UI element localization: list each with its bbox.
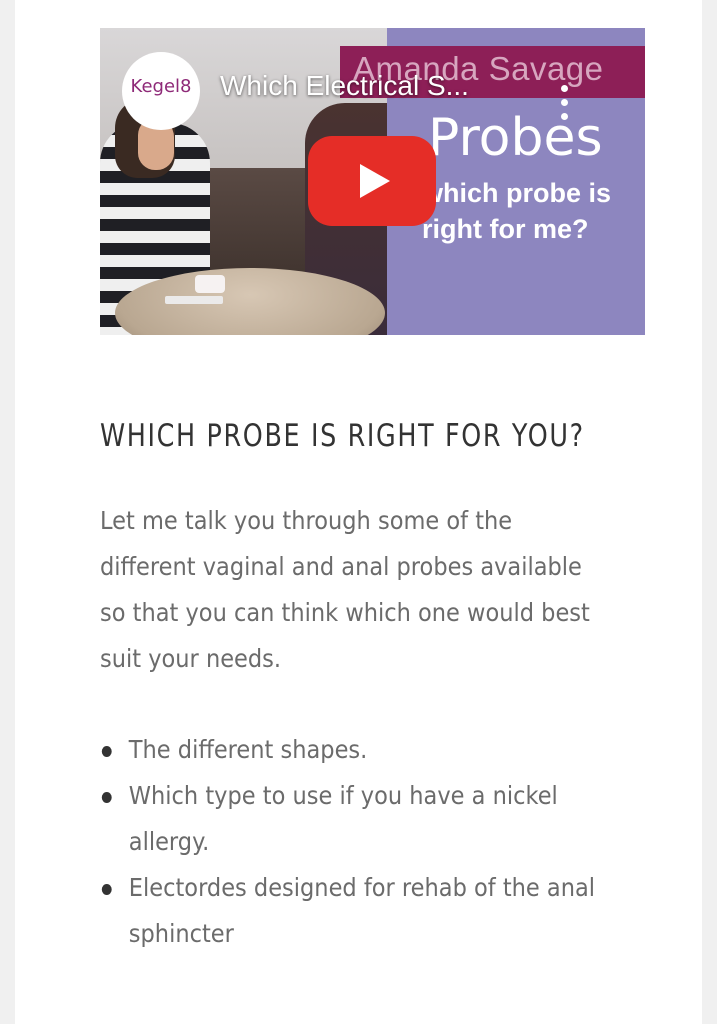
slide-question: which probe is right for me? xyxy=(422,178,612,244)
bullet-list: The different shapes. Which type to use … xyxy=(100,727,700,957)
bullet-icon xyxy=(101,884,112,895)
play-button[interactable] xyxy=(308,136,436,226)
bullet-icon xyxy=(101,746,112,757)
play-icon xyxy=(360,164,390,198)
thumbnail-electrode xyxy=(165,296,223,304)
thumbnail-device xyxy=(195,275,225,293)
bullet-icon xyxy=(101,792,112,803)
channel-logo-text: Kegel8 xyxy=(130,76,192,97)
channel-avatar[interactable]: Kegel8 xyxy=(122,52,200,130)
list-item: The different shapes. xyxy=(100,727,633,773)
list-item-text: Which type to use if you have a nickel a… xyxy=(128,781,558,856)
list-item-text: The different shapes. xyxy=(128,735,368,764)
content-card: Amanda Savage Probes which probe is righ… xyxy=(15,0,702,1024)
list-item-text: Electordes designed for rehab of the ana… xyxy=(128,873,596,948)
slide-heading: Probes xyxy=(428,108,603,168)
section-heading: WHICH PROBE IS RIGHT FOR YOU? xyxy=(100,418,585,454)
list-item: Which type to use if you have a nickel a… xyxy=(100,773,633,865)
video-embed[interactable]: Amanda Savage Probes which probe is righ… xyxy=(100,28,645,335)
video-title[interactable]: Which Electrical S... xyxy=(220,70,469,102)
list-item: Electordes designed for rehab of the ana… xyxy=(100,865,633,957)
intro-paragraph: Let me talk you through some of the diff… xyxy=(100,506,590,673)
more-vert-icon[interactable] xyxy=(561,85,569,135)
